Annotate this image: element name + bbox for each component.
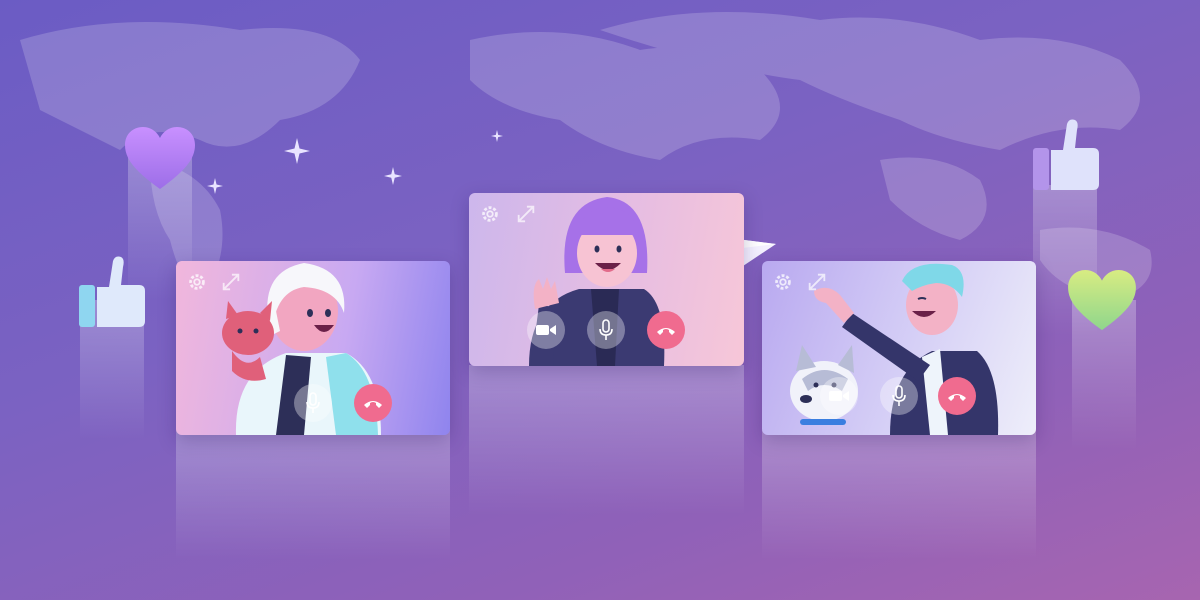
video-call-window: [762, 261, 1036, 435]
thumbs-up-icon: [79, 256, 145, 327]
mute-button[interactable]: [587, 311, 625, 349]
thumbs-up-icon: [1033, 119, 1099, 190]
sparkle-icon: [491, 130, 503, 142]
phone-hangup-icon: [657, 328, 675, 335]
microphone-icon: [306, 392, 320, 413]
microphone-icon: [599, 319, 613, 340]
heart-icon: [125, 127, 195, 189]
light-pillar: [176, 430, 450, 560]
video-camera-icon: [536, 325, 556, 335]
expand-icon[interactable]: [220, 271, 242, 293]
expand-icon[interactable]: [515, 203, 537, 225]
light-pillar: [469, 365, 744, 515]
gear-icon[interactable]: [772, 271, 794, 293]
gear-icon[interactable]: [479, 203, 501, 225]
hang-up-button[interactable]: [354, 384, 392, 422]
mute-button[interactable]: [294, 384, 332, 422]
expand-icon[interactable]: [806, 271, 828, 293]
video-camera-icon: [829, 391, 849, 401]
video-call-window: [176, 261, 450, 435]
gear-icon[interactable]: [186, 271, 208, 293]
phone-hangup-icon: [364, 401, 382, 408]
light-pillar: [762, 430, 1036, 560]
phone-hangup-icon: [948, 394, 966, 401]
camera-button[interactable]: [527, 311, 565, 349]
sparkle-icon: [284, 138, 310, 164]
camera-button[interactable]: [820, 377, 858, 415]
video-call-window: [469, 193, 744, 366]
hang-up-button[interactable]: [647, 311, 685, 349]
mute-button[interactable]: [880, 377, 918, 415]
hang-up-button[interactable]: [938, 377, 976, 415]
heart-icon: [1068, 270, 1136, 331]
sparkle-icon: [384, 167, 402, 185]
sparkle-icon: [207, 178, 223, 194]
microphone-icon: [892, 385, 906, 406]
